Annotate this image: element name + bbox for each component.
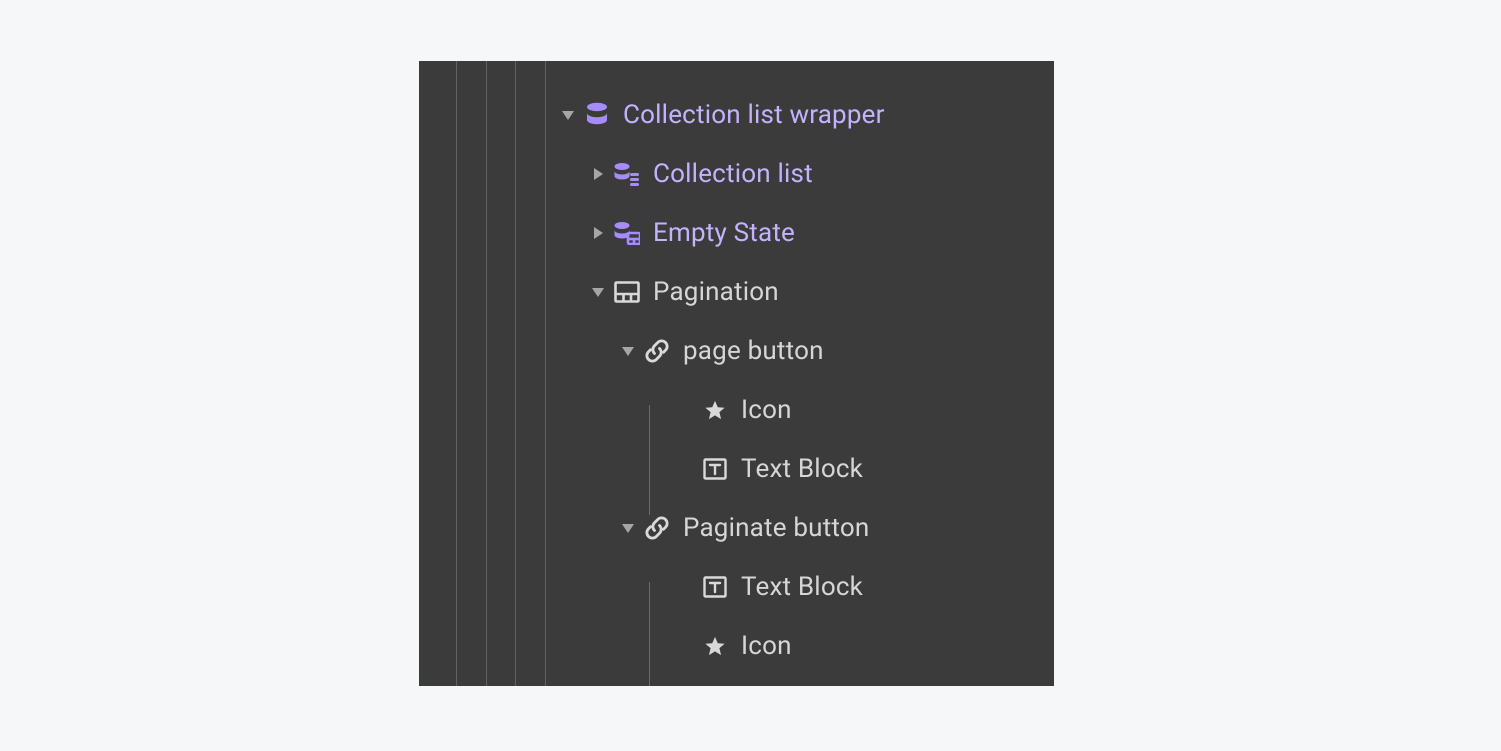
expand-toggle-icon[interactable] [559, 109, 577, 121]
tree-item-label: Collection list [653, 159, 813, 189]
expand-toggle-icon[interactable] [619, 345, 637, 357]
layout-icon [613, 278, 641, 306]
tree-item-label: Text Block [741, 572, 863, 602]
tree-item-label: Collection list wrapper [623, 100, 885, 130]
tree-item-paginate-button[interactable]: Paginate button [419, 498, 1054, 557]
tree-item-label: page button [683, 336, 824, 366]
tree-item-label: Empty State [653, 218, 795, 248]
tree-item-label: Text Block [741, 454, 863, 484]
tree-item-label: Paginate button [683, 513, 869, 543]
tree-item-empty-state[interactable]: Empty State [419, 203, 1054, 262]
tree-item-collection-list-wrapper[interactable]: Collection list wrapper [419, 85, 1054, 144]
tree-item-page-button[interactable]: page button [419, 321, 1054, 380]
link-icon [643, 514, 671, 542]
expand-toggle-icon[interactable] [589, 167, 607, 181]
tree-item-icon[interactable]: - Icon [419, 380, 1054, 439]
text-block-icon [701, 455, 729, 483]
database-icon [583, 101, 611, 129]
database-list-icon [613, 160, 641, 188]
text-block-icon [701, 573, 729, 601]
element-tree: Collection list wrapper Collection list [419, 85, 1054, 675]
tree-item-text-block[interactable]: - Text Block [419, 557, 1054, 616]
tree-item-label: Pagination [653, 277, 779, 307]
tree-item-pagination[interactable]: Pagination [419, 262, 1054, 321]
tree-item-label: Icon [741, 395, 792, 425]
link-icon [643, 337, 671, 365]
tree-item-text-block[interactable]: - Text Block [419, 439, 1054, 498]
tree-item-collection-list[interactable]: Collection list [419, 144, 1054, 203]
database-layout-icon [613, 219, 641, 247]
expand-toggle-icon[interactable] [589, 286, 607, 298]
expand-toggle-icon[interactable] [619, 522, 637, 534]
expand-toggle-icon[interactable] [589, 226, 607, 240]
star-icon [701, 396, 729, 424]
navigator-panel: Collection list wrapper Collection list [419, 61, 1054, 686]
tree-item-icon[interactable]: - Icon [419, 616, 1054, 675]
star-icon [701, 632, 729, 660]
tree-item-label: Icon [741, 631, 792, 661]
